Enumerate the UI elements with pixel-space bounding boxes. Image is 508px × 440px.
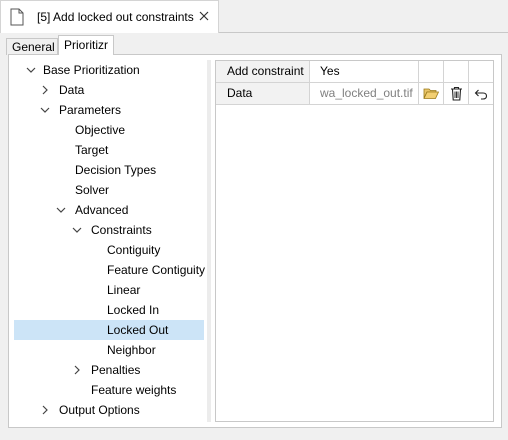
tree-node-label: Feature weights xyxy=(91,383,177,397)
tree-node-label: Neighbor xyxy=(107,343,156,357)
document-tab-bar: [5] Add locked out constraints xyxy=(0,0,508,33)
folder-open-icon xyxy=(423,88,439,99)
tree-node-constraints[interactable]: Constraints xyxy=(14,220,204,240)
property-row-add-constraint: Add constraint Yes xyxy=(216,61,493,83)
tree-node-locked-in[interactable]: Locked In xyxy=(14,300,204,320)
chevron-right-icon[interactable] xyxy=(72,365,82,375)
add-constraint-value[interactable]: Yes xyxy=(310,61,419,82)
tree-node-label: Linear xyxy=(107,283,141,297)
tree-node-parameters[interactable]: Parameters xyxy=(14,100,204,120)
document-icon xyxy=(10,8,24,26)
close-icon[interactable] xyxy=(197,9,211,23)
tree-node-solver[interactable]: Solver xyxy=(14,180,204,200)
tree-node-label: Data xyxy=(59,83,85,97)
trash-icon xyxy=(450,86,462,101)
empty-cell xyxy=(419,61,444,82)
tree-node-feature-contiguity[interactable]: Feature Contiguity xyxy=(14,260,206,280)
chevron-down-icon[interactable] xyxy=(56,205,66,215)
settings-tree: Base Prioritization Data Parameters Obje… xyxy=(14,60,206,422)
data-file-value[interactable]: wa_locked_out.tif xyxy=(310,83,419,104)
empty-cell xyxy=(444,61,469,82)
chevron-down-icon[interactable] xyxy=(26,65,36,75)
tree-node-penalties[interactable]: Penalties xyxy=(14,360,204,380)
property-label: Data xyxy=(216,83,310,104)
tree-node-linear[interactable]: Linear xyxy=(14,280,204,300)
tree-node-label: Solver xyxy=(75,183,110,197)
tree-node-label: Base Prioritization xyxy=(43,63,140,77)
reset-button[interactable] xyxy=(469,83,493,104)
tree-node-label: Locked In xyxy=(107,303,160,317)
chevron-right-icon[interactable] xyxy=(40,85,50,95)
tree-node-label: Contiguity xyxy=(107,243,161,257)
tree-node-label: Output Options xyxy=(59,403,140,417)
panel-splitter[interactable] xyxy=(207,60,211,422)
undo-icon xyxy=(474,89,488,100)
tree-node-label: Advanced xyxy=(75,203,129,217)
tree-node-label: Feature Contiguity xyxy=(107,263,206,277)
chevron-down-icon[interactable] xyxy=(72,225,82,235)
chevron-right-icon[interactable] xyxy=(40,405,50,415)
tree-node-label: Objective xyxy=(75,123,126,137)
tree-node-advanced[interactable]: Advanced xyxy=(14,200,204,220)
tree-node-label: Locked Out xyxy=(107,323,169,337)
tree-node-decision-types[interactable]: Decision Types xyxy=(14,160,204,180)
property-label: Add constraint xyxy=(216,61,310,82)
tab-general[interactable]: General xyxy=(6,38,58,55)
tree-node-feature-weights[interactable]: Feature weights xyxy=(14,380,204,400)
tree-node-label: Parameters xyxy=(59,103,122,117)
tree-node-base-prioritization[interactable]: Base Prioritization xyxy=(14,60,204,80)
property-grid: Add constraint Yes Data wa_locked_out.ti… xyxy=(215,60,494,422)
browse-button[interactable] xyxy=(419,83,444,104)
tab-prioritizr[interactable]: Prioritizr xyxy=(58,35,114,55)
tree-node-objective[interactable]: Objective xyxy=(14,120,204,140)
delete-button[interactable] xyxy=(444,83,469,104)
document-tab-title: [5] Add locked out constraints xyxy=(37,10,194,24)
tree-node-label: Penalties xyxy=(91,363,141,377)
tree-node-label: Target xyxy=(75,143,109,157)
empty-cell xyxy=(469,61,493,82)
tree-node-contiguity[interactable]: Contiguity xyxy=(14,240,204,260)
tree-node-label: Decision Types xyxy=(75,163,157,177)
tree-node-label: Constraints xyxy=(91,223,152,237)
tree-node-target[interactable]: Target xyxy=(14,140,204,160)
tree-node-output-options[interactable]: Output Options xyxy=(14,400,204,420)
chevron-down-icon[interactable] xyxy=(40,105,50,115)
tree-node-neighbor[interactable]: Neighbor xyxy=(14,340,204,360)
property-row-data: Data wa_locked_out.tif xyxy=(216,83,493,105)
tree-node-data[interactable]: Data xyxy=(14,80,204,100)
tree-node-locked-out[interactable]: Locked Out xyxy=(14,320,204,340)
document-tab[interactable]: [5] Add locked out constraints xyxy=(0,0,219,33)
